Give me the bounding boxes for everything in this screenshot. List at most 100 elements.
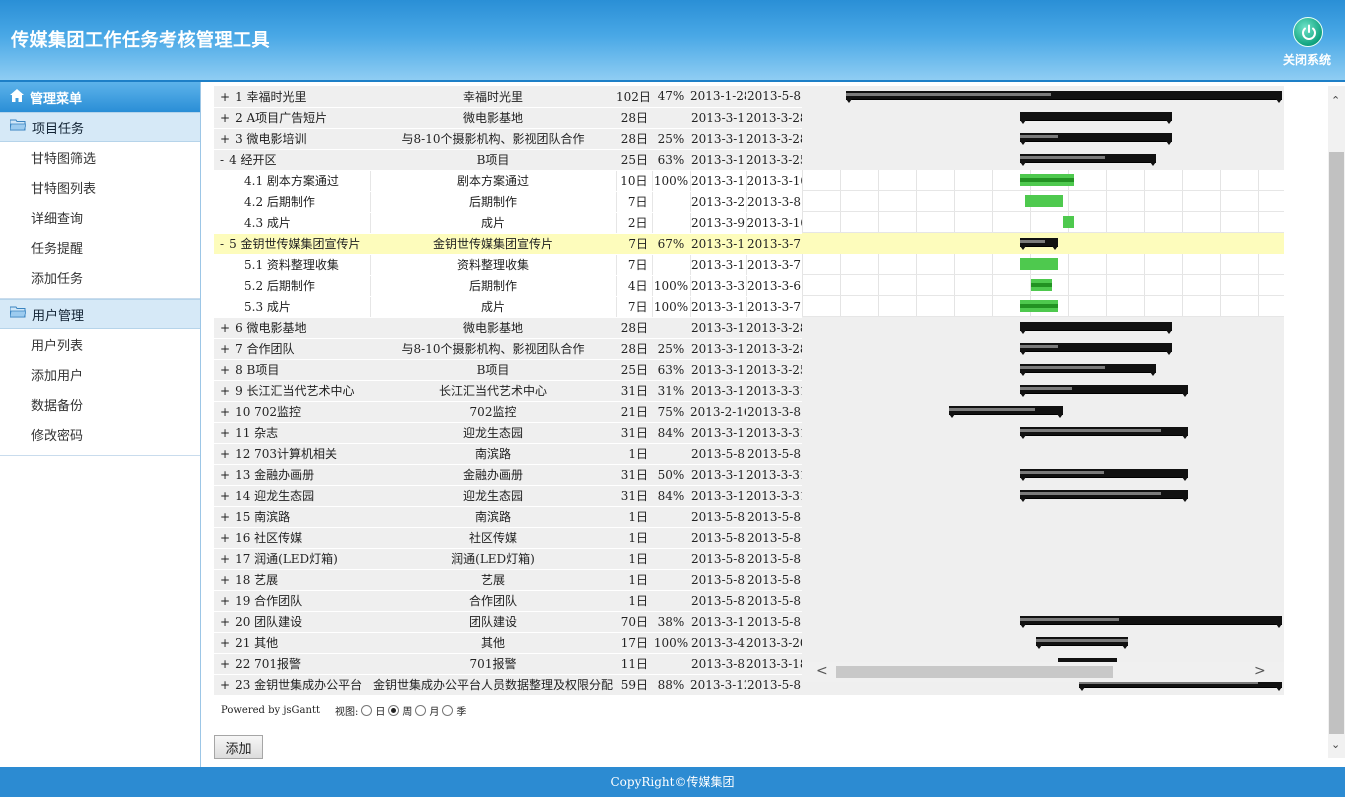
- task-row[interactable]: +21 其他 其他 17日 100% 2013-3-4 2013-3-20: [214, 632, 802, 654]
- gantt-task-bar[interactable]: [1019, 174, 1075, 186]
- task-row[interactable]: -5 金钥世传媒集团宣传片 金钥世传媒集团宣传片 7日 67% 2013-3-1 2013…: [214, 233, 802, 255]
- task-row[interactable]: 5.2 后期制作 后期制作 4日 100% 2013-3-3 2013-3-6: [214, 275, 803, 297]
- expand-toggle[interactable]: +: [220, 447, 230, 461]
- gantt-task-bar[interactable]: [1063, 216, 1075, 228]
- expand-toggle[interactable]: +: [220, 678, 230, 692]
- task-row[interactable]: +12 703计算机相关 南滨路 1日 2013-5-8 2013-5-8: [214, 443, 802, 465]
- gantt-task-bar[interactable]: [1019, 300, 1058, 312]
- sidebar-item-add-task[interactable]: 添加任务: [0, 265, 200, 295]
- expand-toggle[interactable]: +: [220, 573, 230, 587]
- view-month-radio[interactable]: [415, 705, 427, 716]
- gantt-group-bar[interactable]: [1019, 343, 1172, 355]
- task-row[interactable]: +18 艺展 艺展 1日 2013-5-8 2013-5-8: [214, 569, 802, 591]
- gantt-group-bar[interactable]: [1019, 490, 1189, 502]
- expand-toggle[interactable]: +: [220, 594, 230, 608]
- scroll-up-icon[interactable]: ⌃: [1331, 94, 1340, 107]
- power-icon[interactable]: [1293, 17, 1323, 47]
- sidebar-item-user-list[interactable]: 用户列表: [0, 332, 200, 362]
- expand-toggle[interactable]: +: [220, 426, 230, 440]
- horizontal-scrollbar[interactable]: < >: [802, 662, 1284, 682]
- gantt-group-bar[interactable]: [1019, 385, 1189, 397]
- sidebar-group-user-management[interactable]: 用户管理: [0, 299, 200, 329]
- expand-toggle[interactable]: +: [220, 90, 230, 104]
- task-row[interactable]: +15 南滨路 南滨路 1日 2013-5-8 2013-5-8: [214, 506, 802, 528]
- sidebar-item-gantt-list[interactable]: 甘特图列表: [0, 175, 200, 205]
- vertical-scrollbar[interactable]: ⌃ ⌄: [1328, 86, 1345, 758]
- task-row[interactable]: 4.2 后期制作 后期制作 7日 2013-3-2 2013-3-8: [214, 191, 803, 213]
- task-row[interactable]: +17 润通(LED灯箱) 润通(LED灯箱) 1日 2013-5-8 2013-5-8: [214, 548, 802, 570]
- gantt-group-bar[interactable]: [1019, 427, 1189, 439]
- task-row[interactable]: +22 701报警 701报警 11日 2013-3-8 2013-3-18: [214, 653, 802, 675]
- expand-toggle[interactable]: +: [220, 384, 230, 398]
- expand-toggle[interactable]: +: [220, 552, 230, 566]
- gantt-group-bar[interactable]: [846, 91, 1282, 103]
- task-row[interactable]: +13 金融办画册 金融办画册 31日 50% 2013-3-1 2013-3-31: [214, 464, 802, 486]
- gantt-group-bar[interactable]: [949, 406, 1064, 418]
- expand-toggle[interactable]: +: [220, 132, 230, 146]
- sidebar-group-project-tasks[interactable]: 项目任务: [0, 112, 200, 142]
- task-row[interactable]: +23 金钥世集成办公平台 金钥世集成办公平台人员数据整理及权限分配 59日 88% 2…: [214, 674, 802, 696]
- task-row[interactable]: +7 合作团队 与8-10个摄影机构、影视团队合作 28日 25% 2013-3-1 20…: [214, 338, 802, 360]
- sidebar-item-add-user[interactable]: 添加用户: [0, 362, 200, 392]
- task-row[interactable]: +14 迎龙生态园 迎龙生态园 31日 84% 2013-3-1 2013-3-31: [214, 485, 802, 507]
- expand-toggle[interactable]: +: [220, 342, 230, 356]
- task-row[interactable]: 4.3 成片 成片 2日 2013-3-9 2013-3-10: [214, 212, 803, 234]
- expand-toggle[interactable]: +: [220, 468, 230, 482]
- gantt-group-bar[interactable]: [1019, 133, 1172, 145]
- collapse-toggle[interactable]: -: [220, 153, 224, 167]
- task-row[interactable]: 4.1 剧本方案通过 剧本方案通过 10日 100% 2013-3-1 2013-3-10: [214, 170, 803, 192]
- task-row[interactable]: +1 幸福时光里 幸福时光里 102日 47% 2013-1-28 2013-5-8: [214, 86, 802, 108]
- task-row[interactable]: +10 702监控 702监控 21日 75% 2013-2-16 2013-3-8: [214, 401, 802, 423]
- gantt-task-bar[interactable]: [1025, 195, 1064, 207]
- expand-toggle[interactable]: +: [220, 489, 230, 503]
- sidebar-item-gantt-filter[interactable]: 甘特图筛选: [0, 145, 200, 175]
- sidebar-item-task-reminder[interactable]: 任务提醒: [0, 235, 200, 265]
- gantt-group-bar[interactable]: [1019, 322, 1172, 334]
- expand-toggle[interactable]: +: [220, 615, 230, 629]
- gantt-group-bar[interactable]: [1019, 238, 1058, 250]
- view-day-radio[interactable]: [361, 705, 373, 716]
- task-row[interactable]: +19 合作团队 合作团队 1日 2013-5-8 2013-5-8: [214, 590, 802, 612]
- sidebar-item-data-backup[interactable]: 数据备份: [0, 392, 200, 422]
- expand-toggle[interactable]: +: [220, 111, 230, 125]
- gantt-task-bar[interactable]: [1019, 258, 1058, 270]
- view-quarter-radio[interactable]: [442, 705, 454, 716]
- expand-toggle[interactable]: +: [220, 321, 230, 335]
- sidebar-item-change-password[interactable]: 修改密码: [0, 422, 200, 452]
- task-row[interactable]: 5.3 成片 成片 7日 100% 2013-3-1 2013-3-7: [214, 296, 803, 318]
- scroll-left-icon[interactable]: <: [816, 663, 828, 679]
- gantt-group-bar[interactable]: [1019, 154, 1156, 166]
- task-row[interactable]: +9 长江汇当代艺术中心 长江汇当代艺术中心 31日 31% 2013-3-1 2013-…: [214, 380, 802, 402]
- add-button[interactable]: 添加: [214, 735, 263, 759]
- gantt-task-bar[interactable]: [1030, 279, 1053, 291]
- task-name: 15 南滨路: [235, 510, 291, 524]
- collapse-toggle[interactable]: -: [220, 237, 224, 251]
- task-row[interactable]: +16 社区传媒 社区传媒 1日 2013-5-8 2013-5-8: [214, 527, 802, 549]
- gantt-group-bar[interactable]: [1019, 112, 1172, 124]
- scroll-right-icon[interactable]: >: [1254, 663, 1266, 679]
- view-week-radio[interactable]: [388, 705, 400, 716]
- task-row[interactable]: +6 微电影基地 微电影基地 28日 2013-3-1 2013-3-28: [214, 317, 802, 339]
- gantt-group-bar[interactable]: [1019, 616, 1283, 628]
- gantt-group-bar[interactable]: [1019, 364, 1156, 376]
- gantt-group-bar[interactable]: [1036, 637, 1129, 649]
- expand-toggle[interactable]: +: [220, 657, 230, 671]
- task-row[interactable]: 5.1 资料整理收集 资料整理收集 7日 2013-3-1 2013-3-7: [214, 254, 803, 276]
- scroll-down-icon[interactable]: ⌄: [1331, 738, 1340, 751]
- close-system-button[interactable]: 关闭系统: [1283, 51, 1331, 68]
- expand-toggle[interactable]: +: [220, 531, 230, 545]
- sidebar-item-detail-query[interactable]: 详细查询: [0, 205, 200, 235]
- task-row[interactable]: +2 A项目广告短片 微电影基地 28日 2013-3-1 2013-3-28: [214, 107, 802, 129]
- expand-toggle[interactable]: +: [220, 363, 230, 377]
- expand-toggle[interactable]: +: [220, 510, 230, 524]
- vertical-scroll-thumb[interactable]: [1329, 152, 1344, 734]
- expand-toggle[interactable]: +: [220, 405, 230, 419]
- horizontal-scroll-thumb[interactable]: [836, 666, 1113, 678]
- expand-toggle[interactable]: +: [220, 636, 230, 650]
- task-row[interactable]: -4 经开区 B项目 25日 63% 2013-3-1 2013-3-25: [214, 149, 802, 171]
- gantt-group-bar[interactable]: [1019, 469, 1189, 481]
- task-row[interactable]: +20 团队建设 团队建设 70日 38% 2013-3-1 2013-5-8: [214, 611, 802, 633]
- task-row[interactable]: +11 杂志 迎龙生态园 31日 84% 2013-3-1 2013-3-31: [214, 422, 802, 444]
- task-row[interactable]: +3 微电影培训 与8-10个摄影机构、影视团队合作 28日 25% 2013-3-1 2…: [214, 128, 802, 150]
- task-row[interactable]: +8 B项目 B项目 25日 63% 2013-3-1 2013-3-25: [214, 359, 802, 381]
